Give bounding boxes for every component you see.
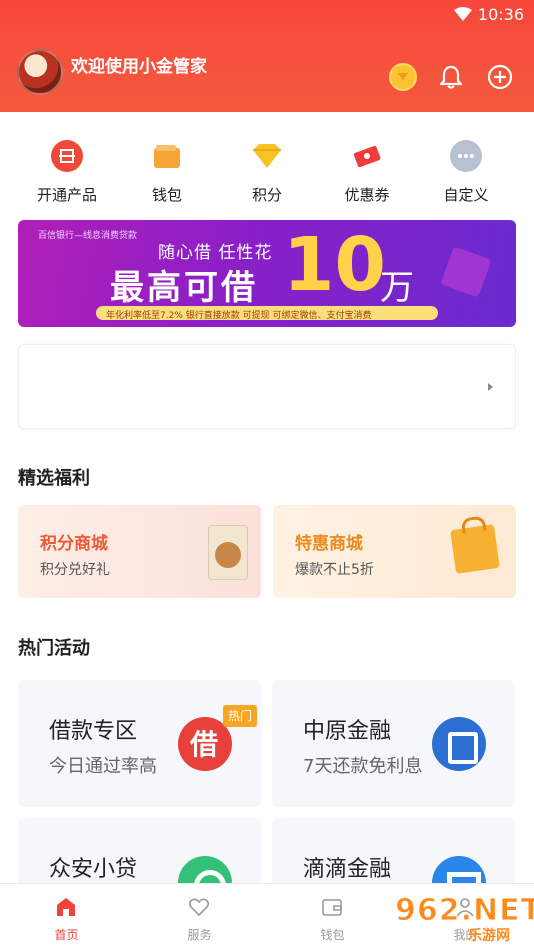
- wallet-icon: [322, 899, 342, 916]
- banner-unit: 万: [380, 268, 414, 308]
- status-time: 10:36: [477, 5, 524, 24]
- chevron-right-icon: [488, 383, 493, 391]
- shopping-bag-image: [450, 524, 500, 574]
- vip-icon[interactable]: [389, 63, 417, 91]
- activity-title: 滴滴金融: [303, 857, 392, 882]
- service-heart-icon: [188, 898, 210, 917]
- quick-item-label: 积分: [251, 186, 282, 204]
- activity-subtitle: 今日通过率高: [49, 756, 157, 777]
- hot-badge: 热门: [223, 705, 258, 727]
- nav-wallet[interactable]: 钱包: [266, 884, 399, 949]
- app-header: 10:36 欢迎使用小金管家: [0, 0, 534, 112]
- avatar[interactable]: [17, 49, 63, 95]
- quick-item-points[interactable]: 积分: [217, 140, 317, 210]
- quick-item-label: 自定义: [443, 186, 489, 204]
- watermark-text: 乐游网: [468, 928, 510, 944]
- points-mall-card[interactable]: 积分商城 积分兑好礼: [18, 505, 261, 598]
- loan-banner[interactable]: 百信银行—线息消费贷款 随心借 任性花 最高可借 10 万 年化利率低至7.2%…: [18, 220, 516, 327]
- banner-decoration: [440, 246, 492, 298]
- open-product-icon: [51, 140, 83, 172]
- quick-item-label: 优惠券: [344, 186, 390, 204]
- wallet-icon: [151, 140, 183, 172]
- banner-amount: 10: [283, 222, 386, 308]
- wifi-icon: [454, 7, 472, 21]
- activity-title: 中原金融: [303, 719, 392, 744]
- nav-label: 首页: [54, 928, 79, 942]
- card-title: 积分商城: [40, 534, 108, 554]
- quick-item-open-product[interactable]: 开通产品: [17, 140, 117, 210]
- banner-note: 年化利率低至7.2% 银行直接放款 可提现 可绑定微信、支付宝消费: [106, 311, 372, 321]
- quick-menu: 开通产品 钱包 积分 优惠券 自定义: [0, 140, 534, 210]
- site-watermark: 962.NET 乐游网: [394, 893, 534, 945]
- nav-label: 钱包: [320, 928, 345, 942]
- section-title-activities: 热门活动: [18, 638, 90, 659]
- nav-service[interactable]: 服务: [133, 884, 266, 949]
- status-bar: 10:36: [0, 0, 534, 30]
- bell-icon[interactable]: [437, 63, 465, 91]
- coupon-icon: [351, 140, 383, 172]
- activity-card-loan-zone[interactable]: 借款专区 今日通过率高 热门: [18, 680, 261, 807]
- nav-home[interactable]: 首页: [0, 884, 133, 949]
- quick-item-label: 开通产品: [36, 186, 97, 204]
- add-icon[interactable]: [486, 63, 514, 91]
- activity-title: 借款专区: [49, 719, 138, 744]
- activity-title: 众安小贷: [49, 857, 138, 882]
- card-title: 特惠商城: [295, 534, 363, 554]
- card-subtitle: 积分兑好礼: [40, 562, 110, 578]
- nav-label: 服务: [187, 928, 212, 942]
- quick-item-custom[interactable]: 自定义: [416, 140, 516, 210]
- quick-item-label: 钱包: [151, 186, 182, 204]
- points-diamond-icon: [251, 140, 283, 172]
- info-card[interactable]: [18, 344, 516, 429]
- watermark-number: 962.NET: [394, 893, 534, 929]
- zhongyuan-logo: [432, 717, 486, 771]
- banner-headline: 最高可借: [110, 268, 258, 308]
- quick-item-wallet[interactable]: 钱包: [117, 140, 217, 210]
- more-icon: [450, 140, 482, 172]
- welcome-text: 欢迎使用小金管家: [71, 57, 207, 77]
- banner-source: 百信银行—线息消费贷款: [38, 231, 138, 241]
- section-title-welfare: 精选福利: [18, 468, 90, 489]
- activity-subtitle: 7天还款免利息: [303, 756, 423, 777]
- quick-item-coupon[interactable]: 优惠券: [317, 140, 417, 210]
- snack-bag-image: [208, 525, 248, 580]
- special-mall-card[interactable]: 特惠商城 爆款不止5折: [273, 505, 516, 598]
- activity-card-zhongyuan[interactable]: 中原金融 7天还款免利息: [272, 680, 515, 807]
- card-subtitle: 爆款不止5折: [295, 562, 374, 578]
- home-icon: [57, 898, 75, 916]
